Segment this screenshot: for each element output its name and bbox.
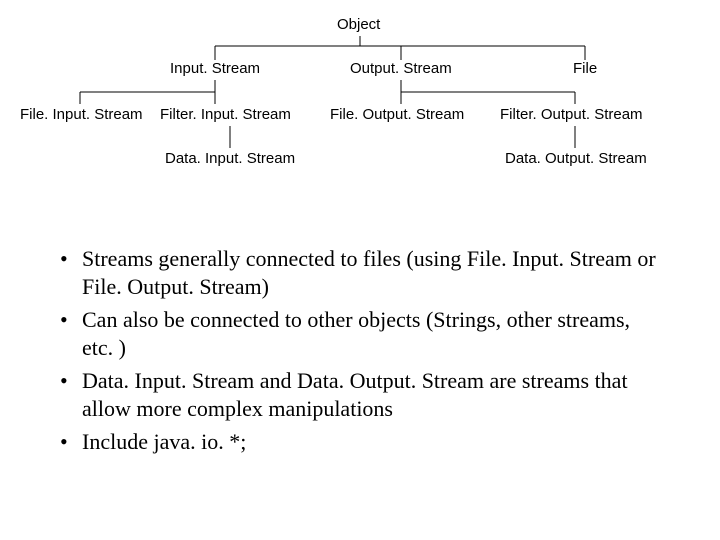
node-data-input-stream: Data. Input. Stream xyxy=(165,150,295,167)
class-hierarchy-diagram: Object Input. Stream Output. Stream File… xyxy=(0,0,720,210)
bullet-item: Streams generally connected to files (us… xyxy=(60,245,660,300)
bullet-item: Can also be connected to other objects (… xyxy=(60,306,660,361)
node-object: Object xyxy=(337,16,380,33)
bullet-list: Streams generally connected to files (us… xyxy=(60,245,660,456)
node-file: File xyxy=(573,60,597,77)
node-file-input-stream: File. Input. Stream xyxy=(20,106,143,123)
node-input-stream: Input. Stream xyxy=(170,60,260,77)
node-filter-output-stream: Filter. Output. Stream xyxy=(500,106,643,123)
node-filter-input-stream: Filter. Input. Stream xyxy=(160,106,291,123)
node-file-output-stream: File. Output. Stream xyxy=(330,106,464,123)
bullet-item: Include java. io. *; xyxy=(60,428,660,456)
bullet-item: Data. Input. Stream and Data. Output. St… xyxy=(60,367,660,422)
bullet-list-container: Streams generally connected to files (us… xyxy=(60,245,660,462)
node-data-output-stream: Data. Output. Stream xyxy=(505,150,647,167)
node-output-stream: Output. Stream xyxy=(350,60,452,77)
